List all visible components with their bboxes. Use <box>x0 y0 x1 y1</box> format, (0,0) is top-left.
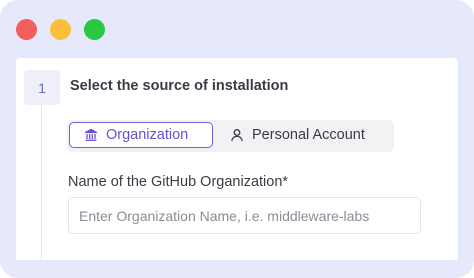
personal-account-toggle-button[interactable]: Personal Account <box>227 122 392 148</box>
minimize-window-button[interactable] <box>50 19 71 40</box>
organization-name-label: Name of the GitHub Organization* <box>68 174 289 190</box>
user-icon <box>230 128 244 142</box>
organization-toggle-label: Organization <box>106 127 189 143</box>
close-window-button[interactable] <box>16 19 37 40</box>
step-title: Select the source of installation <box>70 78 289 94</box>
window-frame: 1 Select the source of installation Orga… <box>0 0 474 278</box>
maximize-window-button[interactable] <box>84 19 105 40</box>
source-toggle-group: Organization Personal Account <box>67 120 394 152</box>
step-indicator: 1 <box>16 58 60 260</box>
installation-step-panel: 1 Select the source of installation Orga… <box>16 58 458 260</box>
organization-name-input[interactable] <box>68 197 421 234</box>
step-number-badge: 1 <box>24 70 60 105</box>
personal-account-toggle-label: Personal Account <box>252 127 365 143</box>
window-controls <box>16 19 105 40</box>
organization-toggle-button[interactable]: Organization <box>69 122 213 148</box>
step-connector-line <box>41 105 42 260</box>
building-icon <box>84 128 98 142</box>
